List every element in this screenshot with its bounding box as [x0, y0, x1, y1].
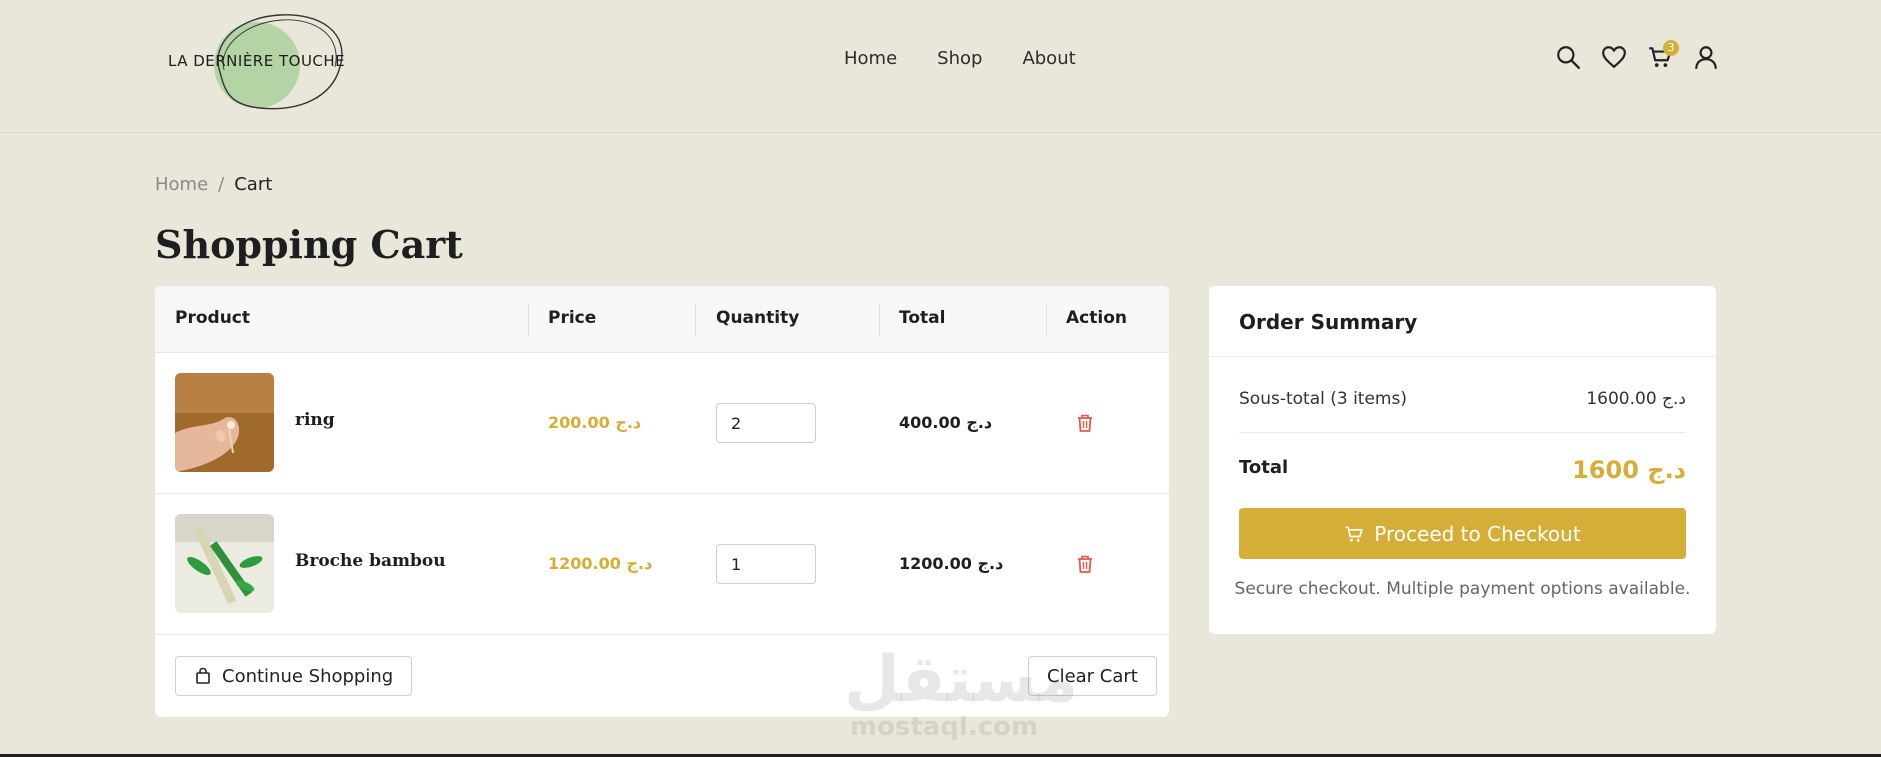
nav-about[interactable]: About [1022, 48, 1075, 69]
main-nav: Home Shop About [844, 48, 1116, 69]
column-divider [879, 304, 880, 336]
header-quantity: Quantity [716, 308, 800, 328]
brand-name: LA DERNIÈRE TOUCHE [168, 52, 346, 70]
trash-icon[interactable] [1076, 413, 1094, 433]
cart-row: Broche bambou 1200.00 د.ج 1200.00 د.ج [155, 494, 1169, 635]
brand-logo[interactable]: LA DERNIÈRE TOUCHE [160, 12, 350, 112]
product-name[interactable]: ring [295, 410, 335, 430]
cart-icon[interactable]: 3 [1647, 40, 1679, 70]
header-total: Total [899, 308, 946, 328]
breadcrumb-home[interactable]: Home [155, 174, 208, 195]
line-total: 1200.00 د.ج [899, 554, 1004, 573]
product-image-broche-bambou[interactable] [175, 514, 274, 613]
header-icons: 3 [1555, 40, 1719, 70]
checkout-button[interactable]: Proceed to Checkout [1239, 508, 1686, 559]
product-price: 200.00 د.ج [548, 413, 642, 432]
header-price: Price [548, 308, 597, 328]
column-divider [1046, 304, 1047, 336]
shopping-bag-icon [196, 667, 210, 684]
line-total: 400.00 د.ج [899, 413, 993, 432]
breadcrumb-current: Cart [234, 174, 273, 195]
divider [1239, 432, 1686, 433]
search-icon[interactable] [1555, 44, 1581, 70]
continue-shopping-label: Continue Shopping [222, 665, 394, 687]
product-name[interactable]: Broche bambou [295, 551, 446, 571]
site-header: LA DERNIÈRE TOUCHE Home Shop About 3 [0, 0, 1881, 133]
subtotal-label: Sous-total (3 items) [1239, 389, 1407, 409]
watermark-arabic: مستقل [844, 643, 1079, 717]
checkout-label: Proceed to Checkout [1374, 521, 1581, 546]
page-title: Shopping Cart [155, 222, 463, 267]
secure-checkout-note: Secure checkout. Multiple payment option… [1234, 579, 1691, 599]
quantity-input[interactable] [716, 403, 816, 443]
header-product: Product [175, 308, 250, 328]
order-summary: Order Summary Sous-total (3 items) 1600.… [1209, 286, 1716, 634]
column-divider [695, 304, 696, 336]
subtotal-value: 1600.00 د.ج [1586, 389, 1686, 409]
watermark-latin: mostaql.com [849, 712, 1039, 742]
cart-table-header: Product Price Quantity Total Action [155, 286, 1169, 353]
header-action: Action [1066, 308, 1127, 328]
cart-icon [1345, 526, 1364, 542]
total-label: Total [1239, 457, 1289, 478]
cart-count-badge: 3 [1663, 40, 1679, 56]
product-image-ring[interactable] [175, 373, 274, 472]
total-value: 1600 د.ج [1572, 456, 1686, 484]
quantity-input[interactable] [716, 544, 816, 584]
user-icon[interactable] [1693, 44, 1719, 70]
breadcrumb: Home / Cart [155, 174, 272, 195]
trash-icon[interactable] [1076, 554, 1094, 574]
product-price: 1200.00 د.ج [548, 554, 653, 573]
cart-row: ring 200.00 د.ج 400.00 د.ج [155, 353, 1169, 494]
breadcrumb-separator: / [218, 174, 225, 195]
watermark: مستقل mostaql.com [844, 643, 1079, 742]
summary-title: Order Summary [1239, 310, 1418, 334]
column-divider [528, 304, 529, 336]
continue-shopping-button[interactable]: Continue Shopping [175, 656, 413, 696]
divider [1209, 356, 1716, 357]
nav-shop[interactable]: Shop [937, 48, 982, 69]
heart-icon[interactable] [1601, 44, 1627, 70]
nav-home[interactable]: Home [844, 48, 897, 69]
